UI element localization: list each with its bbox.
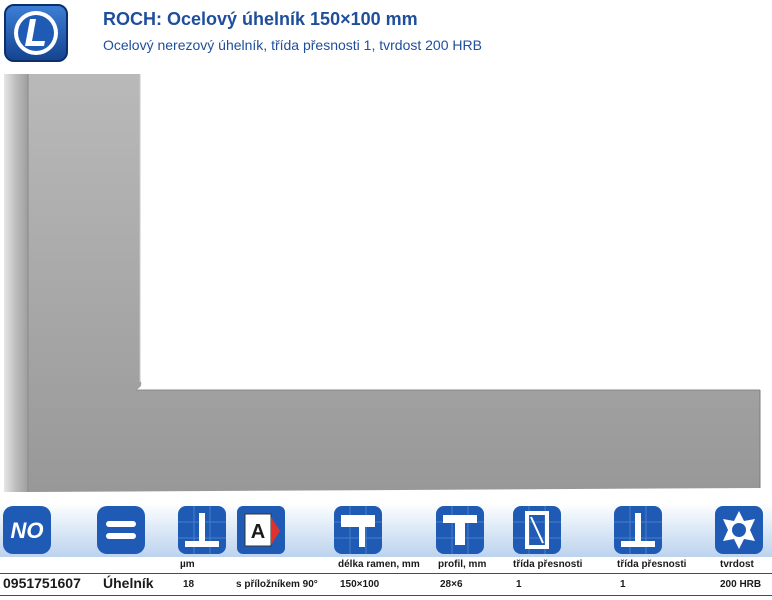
col-profile-label: profil, mm — [438, 559, 487, 570]
table-bottom-rule — [0, 595, 772, 596]
precision-class-icon — [513, 506, 561, 554]
cell-arm-length: 150×100 — [340, 579, 380, 590]
svg-text:NO: NO — [11, 518, 44, 543]
col-hardness-label: tvrdost — [720, 559, 754, 570]
profile-icon — [436, 506, 484, 554]
product-name: Úhelník — [103, 575, 154, 591]
hardness-icon — [715, 506, 763, 554]
col-um-label: µm — [180, 559, 195, 570]
col-precision-label: třída přesnosti — [513, 559, 583, 570]
square-precision-icon — [178, 506, 226, 554]
no-logo-icon: NO — [3, 506, 51, 554]
brand-logo — [4, 4, 68, 62]
cell-profile: 28×6 — [440, 579, 463, 590]
cell-hardness: 200 HRB — [720, 579, 762, 590]
page-subtitle: Ocelový nerezový úhelník, třída přesnost… — [103, 37, 482, 53]
cell-feature: s příložníkem 90° — [236, 579, 318, 590]
a-card-icon: A — [237, 506, 285, 554]
product-code: 0951751607 — [3, 575, 81, 591]
cell-precision-2: 1 — [620, 579, 626, 590]
steel-square-image — [4, 74, 761, 492]
square-class-icon — [614, 506, 662, 554]
cell-precision: 1 — [516, 579, 522, 590]
cell-um: 18 — [183, 579, 195, 590]
col-arm-length-label: délka ramen, mm — [338, 559, 420, 570]
svg-text:A: A — [251, 521, 265, 543]
page-title: ROCH: Ocelový úhelník 150×100 mm — [103, 9, 418, 29]
table-divider — [0, 573, 772, 574]
col-precision-label-2: třída přesnosti — [617, 559, 687, 570]
equals-icon — [97, 506, 145, 554]
arm-length-icon — [334, 506, 382, 554]
